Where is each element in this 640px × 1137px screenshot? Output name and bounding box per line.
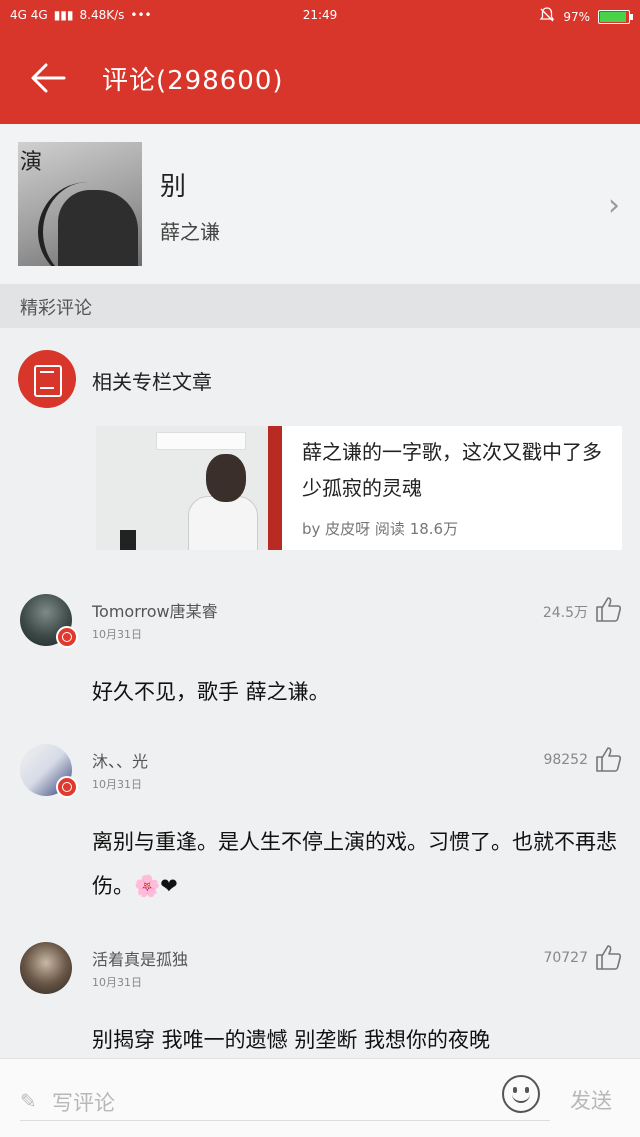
comment-input-bar: ✎ 写评论 发送 xyxy=(0,1058,640,1137)
emoji-icon[interactable] xyxy=(502,1075,540,1113)
avatar[interactable] xyxy=(20,942,72,994)
comment-username[interactable]: 沐、、光 xyxy=(92,748,148,772)
comment-text: 别揭穿 我唯一的遗憾 别垄断 我想你的夜晚 xyxy=(92,1028,491,1052)
comment-input-placeholder: 写评论 xyxy=(52,1091,115,1115)
comment-item: 活着真是孤独 10月31日 70727 别揭穿 我唯一的遗憾 别垄断 我想你的夜… xyxy=(0,942,640,1058)
chevron-right-icon: › xyxy=(608,188,620,223)
song-name: 别 xyxy=(160,172,187,202)
mute-bell-icon xyxy=(539,7,555,26)
comment-date: 10月31日 xyxy=(92,778,142,791)
send-button[interactable]: 发送 xyxy=(570,1085,612,1115)
song-header[interactable]: 演 别 薛之谦 › xyxy=(0,124,640,284)
comment-item: 沐、、光 10月31日 98252 离别与重逢。是人生不停上演的戏。习惯了。也就… xyxy=(0,744,640,924)
comment-date: 10月31日 xyxy=(92,976,142,989)
comment-date: 10月31日 xyxy=(92,628,142,641)
vip-badge-icon xyxy=(56,776,78,798)
thumbs-up-icon[interactable] xyxy=(594,744,624,774)
related-articles-header: 相关专栏文章 xyxy=(0,328,640,418)
like-count: 98252 xyxy=(543,752,588,768)
article-meta: by 皮皮呀 阅读 18.6万 xyxy=(302,520,459,538)
article-thumbnail xyxy=(96,426,282,550)
status-bar: 4G 4G ▮▮▮ 8.48K/s ••• 21:49 97% xyxy=(0,0,640,32)
related-articles-label: 相关专栏文章 xyxy=(92,370,212,394)
article-icon xyxy=(18,350,76,408)
battery-icon xyxy=(598,9,633,24)
comment-text: 好久不见，歌手 薛之谦。 xyxy=(92,680,330,704)
comment-text: 离别与重逢。是人生不停上演的戏。习惯了。也就不再悲伤。🌸❤ xyxy=(92,830,617,898)
battery-fill xyxy=(600,11,627,22)
vip-badge-icon xyxy=(56,626,78,648)
pencil-icon: ✎ xyxy=(20,1089,37,1113)
battery-percent: 97% xyxy=(563,9,590,24)
page-title: 评论(298600) xyxy=(102,66,284,96)
section-header: 精彩评论 xyxy=(0,284,640,328)
artist-name: 薛之谦 xyxy=(160,220,220,244)
like-count: 70727 xyxy=(543,950,588,966)
article-title: 薛之谦的一字歌，这次又戳中了多少孤寂的灵魂 xyxy=(302,440,602,500)
comment-item: Tomorrow唐某睿 10月31日 24.5万 好久不见，歌手 薛之谦。 xyxy=(0,594,640,734)
comment-input[interactable]: ✎ 写评论 xyxy=(20,1081,550,1121)
section-title: 精彩评论 xyxy=(20,298,92,319)
album-cover-text: 演 xyxy=(20,150,43,175)
thumbs-up-icon[interactable] xyxy=(594,594,624,624)
thumbs-up-icon[interactable] xyxy=(594,942,624,972)
like-count: 24.5万 xyxy=(542,605,588,621)
comment-username[interactable]: 活着真是孤独 xyxy=(92,946,188,970)
app-bar: 评论(298600) xyxy=(0,32,640,124)
album-cover: 演 xyxy=(18,142,142,266)
article-card[interactable]: 薛之谦的一字歌，这次又戳中了多少孤寂的灵魂 by 皮皮呀 阅读 18.6万 xyxy=(96,426,622,550)
comment-username[interactable]: Tomorrow唐某睿 xyxy=(92,598,218,622)
back-arrow-icon[interactable] xyxy=(28,58,72,98)
